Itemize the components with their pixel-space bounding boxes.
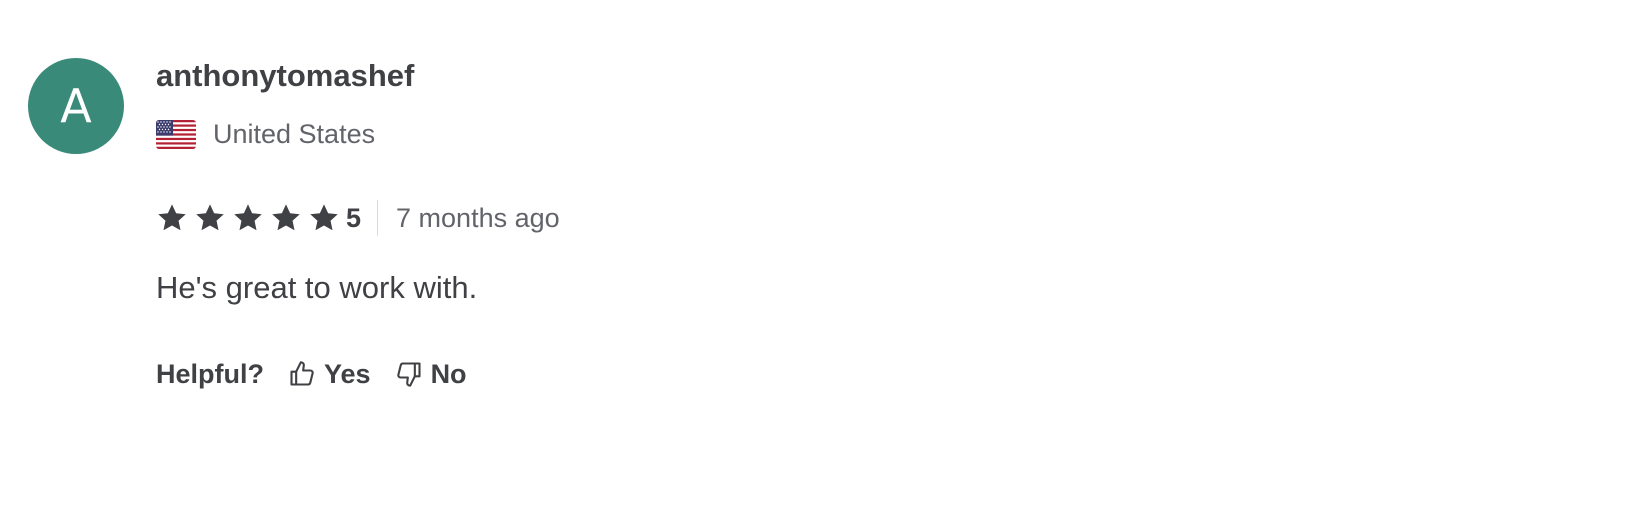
helpful-yes-label: Yes <box>324 359 371 389</box>
review-text: He's great to work with. <box>156 270 478 305</box>
rating-row: 5 7 months ago <box>156 198 560 238</box>
country-name: United States <box>213 119 376 149</box>
helpful-row: Helpful? Yes No <box>156 354 491 394</box>
helpful-yes-button[interactable]: Yes <box>288 358 371 390</box>
star-icon <box>272 204 300 231</box>
thumbs-down-icon <box>396 362 421 387</box>
review-card: A anthonytomashef United States 5 7 mont… <box>28 58 1608 438</box>
reviewer-username[interactable]: anthonytomashef <box>156 58 414 94</box>
star-rating <box>156 202 340 234</box>
star-icon <box>196 204 224 231</box>
divider <box>377 200 379 236</box>
review-time: 7 months ago <box>396 203 560 233</box>
helpful-label: Helpful? <box>156 359 264 389</box>
us-flag-icon <box>156 119 196 149</box>
star-icon <box>158 204 186 231</box>
star-icon <box>310 204 338 231</box>
avatar-letter: A <box>60 79 92 133</box>
helpful-no-button[interactable]: No <box>395 358 467 390</box>
avatar[interactable]: A <box>28 58 124 154</box>
reviewer-country: United States <box>156 118 375 150</box>
helpful-no-label: No <box>430 359 467 389</box>
rating-value: 5 <box>346 203 362 233</box>
star-icon <box>234 204 262 231</box>
thumbs-up-icon <box>290 361 314 386</box>
